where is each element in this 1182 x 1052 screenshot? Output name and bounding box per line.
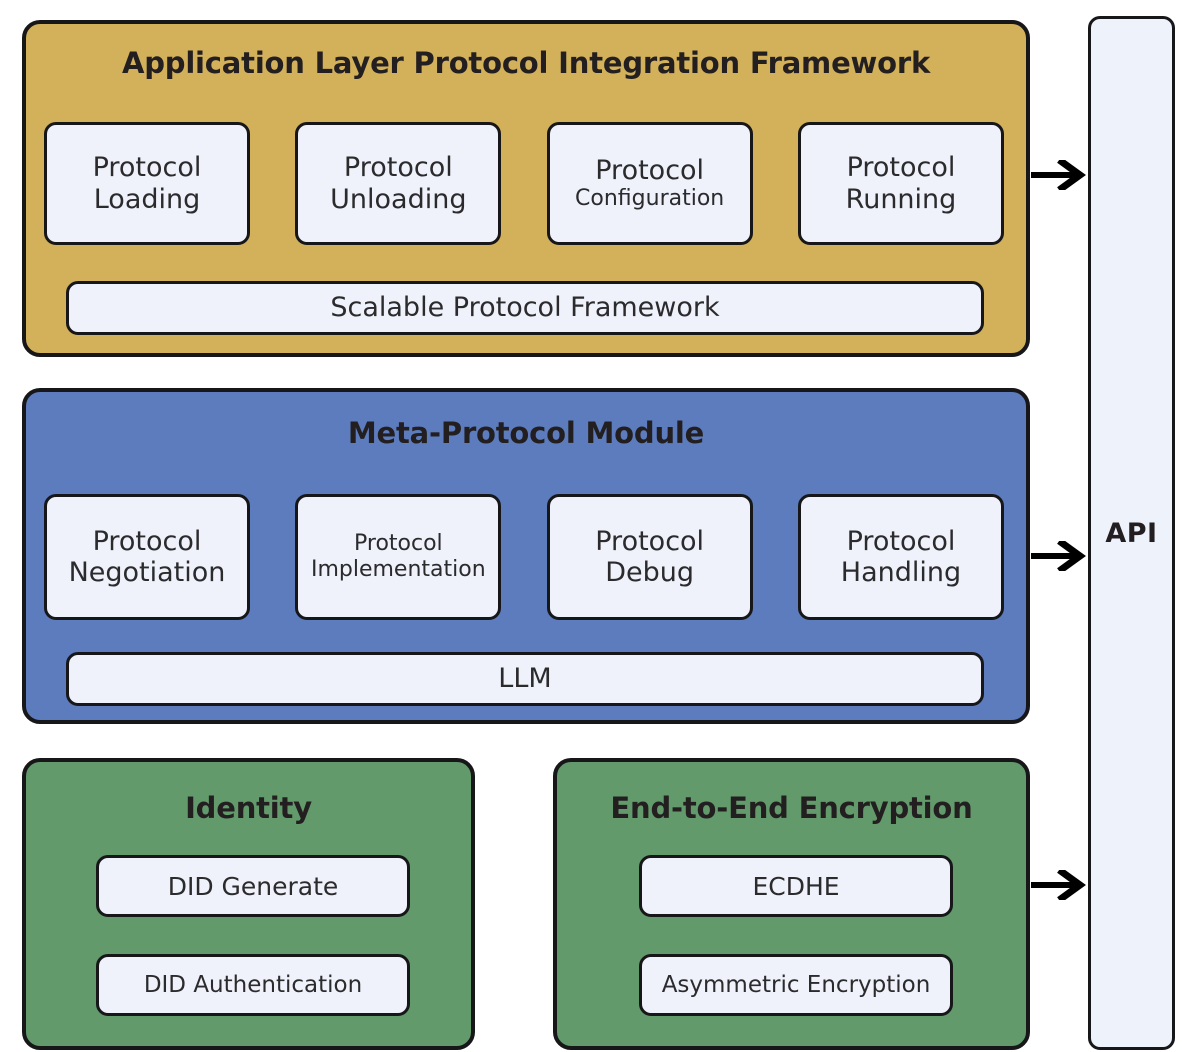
module-line-1: Protocol	[343, 152, 453, 184]
card-ecdhe[interactable]: ECDHE	[639, 855, 953, 917]
module-protocol-configuration[interactable]: Protocol Configuration	[546, 122, 753, 245]
card-label: DID Authentication	[143, 971, 363, 998]
card-did-authentication[interactable]: DID Authentication	[96, 954, 410, 1016]
module-line-1: Protocol	[595, 525, 705, 557]
arrow-encryption-to-api-icon	[1031, 870, 1086, 900]
arrow-meta-protocol-to-api-icon	[1031, 541, 1086, 571]
module-line-1: Protocol	[595, 155, 705, 187]
card-did-generate[interactable]: DID Generate	[96, 855, 410, 917]
module-protocol-unloading[interactable]: Protocol Unloading	[295, 122, 502, 245]
meta-protocol-layer-title: Meta-Protocol Module	[347, 416, 705, 450]
llm-bar[interactable]: LLM	[66, 652, 984, 706]
module-line-2: Loading	[93, 183, 201, 215]
card-label: Asymmetric Encryption	[661, 971, 931, 998]
module-line-2: Implementation	[310, 557, 486, 582]
module-line-2: Configuration	[575, 186, 725, 212]
module-protocol-loading[interactable]: Protocol Loading	[44, 122, 250, 245]
api-label: API	[1105, 517, 1158, 549]
module-line-1: Protocol	[846, 152, 956, 184]
card-label: DID Generate	[167, 871, 339, 901]
arrow-application-to-api-icon	[1031, 160, 1086, 190]
module-protocol-debug[interactable]: Protocol Debug	[546, 494, 753, 620]
module-line-2: Running	[845, 183, 957, 215]
end-to-end-encryption-panel-title: End-to-End Encryption	[610, 791, 973, 825]
module-line-1: Protocol	[354, 531, 443, 557]
card-label: ECDHE	[752, 871, 840, 901]
scalable-protocol-framework-bar[interactable]: Scalable Protocol Framework	[66, 281, 984, 335]
module-protocol-negotiation[interactable]: Protocol Negotiation	[44, 494, 250, 620]
meta-protocol-module-row: Protocol Negotiation Protocol Implementa…	[44, 494, 1004, 620]
module-line-2: Negotiation	[68, 557, 226, 588]
module-protocol-running[interactable]: Protocol Running	[797, 122, 1004, 245]
api-column[interactable]: API	[1088, 16, 1175, 1050]
module-line-1: Protocol	[846, 525, 956, 557]
module-line-1: Protocol	[92, 152, 202, 184]
module-line-2: Handling	[840, 557, 962, 588]
identity-panel-title: Identity	[185, 791, 312, 825]
scalable-protocol-framework-label: Scalable Protocol Framework	[330, 292, 720, 324]
application-module-row: Protocol Loading Protocol Unloading Prot…	[44, 122, 1004, 245]
module-line-2: Debug	[605, 557, 695, 588]
llm-label: LLM	[498, 663, 552, 695]
architecture-diagram: Application Layer Protocol Integration F…	[0, 0, 1182, 1052]
module-protocol-handling[interactable]: Protocol Handling	[797, 494, 1004, 620]
module-line-1: Protocol	[92, 525, 202, 557]
application-layer-title: Application Layer Protocol Integration F…	[121, 46, 931, 80]
module-line-2: Unloading	[330, 183, 467, 215]
card-asymmetric-encryption[interactable]: Asymmetric Encryption	[639, 954, 953, 1016]
module-protocol-implementation[interactable]: Protocol Implementation	[295, 494, 502, 620]
